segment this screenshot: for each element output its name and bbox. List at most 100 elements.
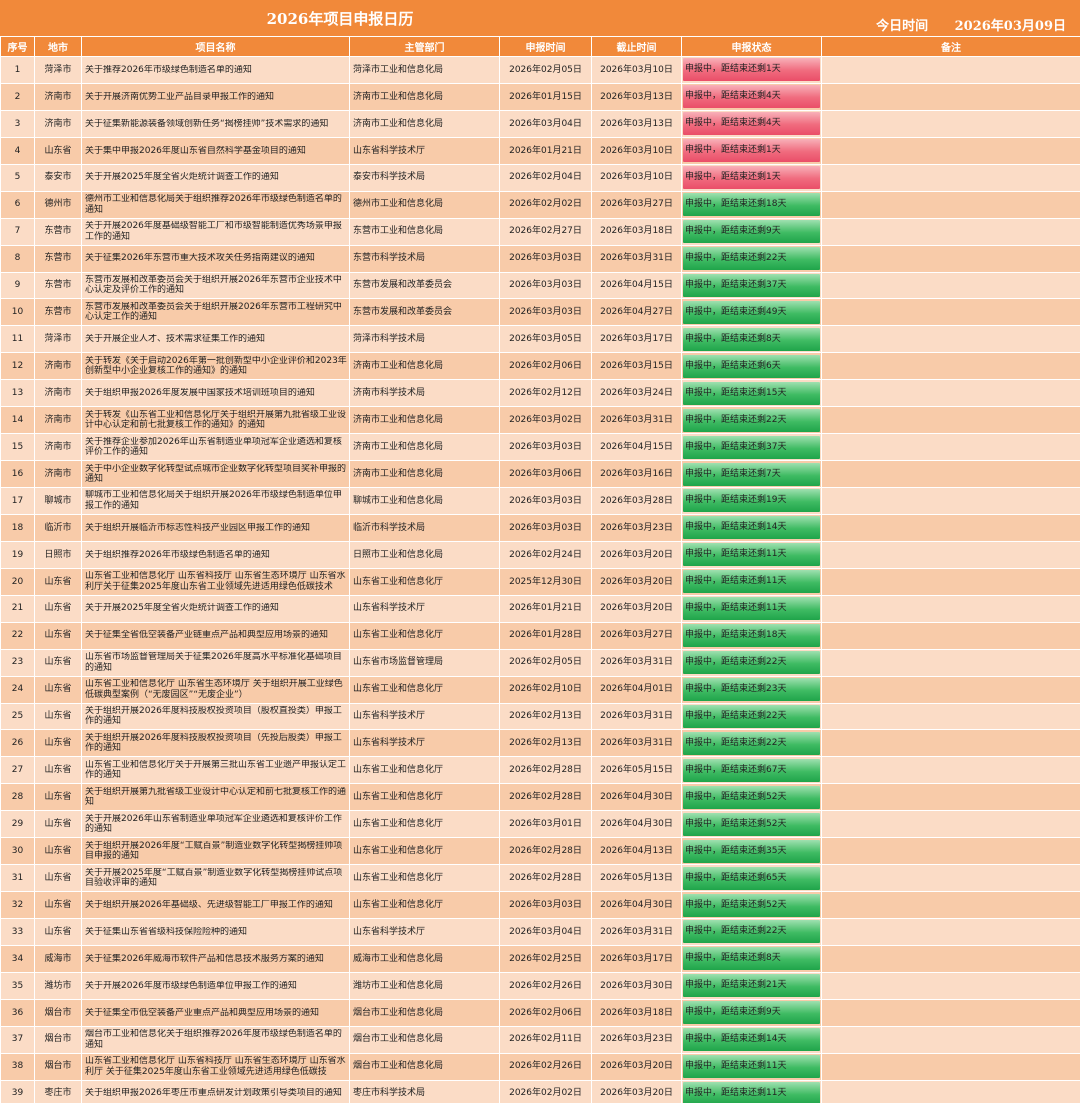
row-project-name-cell[interactable]: 关于组织申报2026年枣庄市重点研发计划政策引导类项目的通知 [81, 1079, 350, 1103]
row-note[interactable] [821, 621, 1080, 650]
row-project-name-cell[interactable]: 关于开展2025年度全省火炬统计调查工作的通知 [81, 163, 350, 192]
table-row[interactable]: 37 烟台市 烟台市工业和信息化关于组织推荐2026年度市级绿色制造名单的通知 烟台市… [0, 1025, 1080, 1054]
table-row[interactable]: 29 山东省 关于开展2026年山东省制造业单项冠军企业遴选和复核评价工作的通知 山东… [0, 810, 1080, 839]
row-project-name-cell[interactable]: 关于组织开展临沂市标志性科技产业园区申报工作的通知 [81, 513, 350, 542]
row-project-name-cell[interactable]: 关于组织申报2026年度发展中国家技术培训班项目的通知 [81, 379, 350, 408]
row-note[interactable] [821, 1052, 1080, 1081]
header-dept[interactable]: 主管部门 [349, 36, 500, 57]
table-row[interactable]: 4 山东省 关于集中申报2026年度山东省自然科学基金项目的通知 山东省科学技术厅 20… [0, 136, 1080, 165]
row-project-name-cell[interactable]: 关于组织开展2026年度科技股权投资项目（先投后股类）申报工作的通知 [81, 729, 350, 758]
row-project-name-cell[interactable]: 德州市工业和信息化局关于组织推荐2026年市级绿色制造名单的通知 [81, 190, 350, 219]
row-project-name-cell[interactable]: 关于组织开展2026年基础级、先进级智能工厂申报工作的通知 [81, 891, 350, 919]
row-project-name-cell[interactable]: 关于征集全省低空装备产业链重点产品和典型应用场景的通知 [81, 621, 350, 650]
row-project-name-cell[interactable]: 关于转发《关于启动2026年第一批创新型中小企业评价和2023年创新型中小企业复… [81, 352, 350, 381]
row-note[interactable] [821, 163, 1080, 192]
row-note[interactable] [821, 729, 1080, 758]
row-project-name-cell[interactable]: 关于开展2026年度市级绿色制造单位申报工作的通知 [81, 971, 350, 1000]
row-note[interactable] [821, 352, 1080, 381]
table-row[interactable]: 38 烟台市 山东省工业和信息化厅 山东省科技厅 山东省生态环境厅 山东省水利厅 关… [0, 1052, 1080, 1081]
row-note[interactable] [821, 379, 1080, 408]
row-note[interactable] [821, 702, 1080, 731]
table-row[interactable]: 21 山东省 关于开展2025年度全省火炬统计调查工作的通知 山东省科学技术厅 2026… [0, 594, 1080, 623]
row-note[interactable] [821, 864, 1080, 893]
row-project-name-cell[interactable]: 关于组织推荐2026年市级绿色制造名单的通知 [81, 540, 350, 569]
row-note[interactable] [821, 594, 1080, 623]
row-note[interactable] [821, 998, 1080, 1027]
row-note[interactable] [821, 406, 1080, 435]
row-note[interactable] [821, 971, 1080, 1000]
row-project-name-cell[interactable]: 烟台市工业和信息化关于组织推荐2026年度市级绿色制造名单的通知 [81, 1025, 350, 1054]
row-note[interactable] [821, 244, 1080, 273]
table-row[interactable]: 17 聊城市 聊城市工业和信息化局关于组织开展2026年市级绿色制造单位申报工作的通… [0, 487, 1080, 515]
header-status[interactable]: 申报状态 [681, 36, 822, 57]
row-note[interactable] [821, 918, 1080, 946]
table-row[interactable]: 39 枣庄市 关于组织申报2026年枣庄市重点研发计划政策引导类项目的通知 枣庄市科学… [0, 1079, 1080, 1103]
table-row[interactable]: 13 济南市 关于组织申报2026年度发展中国家技术培训班项目的通知 济南市科学技术局… [0, 379, 1080, 408]
table-row[interactable]: 9 东营市 东营市发展和改革委员会关于组织开展2026年东营市企业技术中心认定及评价… [0, 271, 1080, 300]
row-project-name-cell[interactable]: 关于推荐企业参加2026年山东省制造业单项冠军企业遴选和复核评价工作的通知 [81, 433, 350, 462]
row-project-name-cell[interactable]: 山东省工业和信息化厅 山东省科技厅 山东省生态环境厅 山东省水利厅 关于征集20… [81, 1052, 350, 1081]
table-row[interactable]: 15 济南市 关于推荐企业参加2026年山东省制造业单项冠军企业遴选和复核评价工作的… [0, 433, 1080, 462]
row-note[interactable] [821, 756, 1080, 785]
row-project-name-cell[interactable]: 关于转发《山东省工业和信息化厅关于组织开展第九批省级工业设计中心认定和前七批复核… [81, 406, 350, 435]
row-project-name-cell[interactable]: 关于征集新能源装备领域创新任务“揭榜挂帅”技术需求的通知 [81, 109, 350, 138]
table-row[interactable]: 35 潍坊市 关于开展2026年度市级绿色制造单位申报工作的通知 潍坊市工业和信息化局… [0, 971, 1080, 1000]
table-row[interactable]: 36 烟台市 关于征集全市低空装备产业重点产品和典型应用场景的通知 烟台市工业和信息化… [0, 998, 1080, 1027]
table-row[interactable]: 10 东营市 东营市发展和改革委员会关于组织开展2026年东营市工程研究中心认定工作… [0, 298, 1080, 327]
row-project-name-cell[interactable]: 山东省工业和信息化厅 山东省生态环境厅 关于组织开展工业绿色低碳典型案例（“无废… [81, 675, 350, 704]
row-project-name-cell[interactable]: 聊城市工业和信息化局关于组织开展2026年市级绿色制造单位申报工作的通知 [81, 487, 350, 515]
row-note[interactable] [821, 487, 1080, 515]
row-project-name-cell[interactable]: 关于开展企业人才、技术需求征集工作的通知 [81, 325, 350, 354]
row-note[interactable] [821, 675, 1080, 704]
row-project-name-cell[interactable]: 关于开展2025年度全省火炬统计调查工作的通知 [81, 594, 350, 623]
row-project-name-cell[interactable]: 关于开展2026年山东省制造业单项冠军企业遴选和复核评价工作的通知 [81, 810, 350, 839]
row-project-name-cell[interactable]: 山东省工业和信息化厅关于开展第三批山东省工业遗产申报认定工作的通知 [81, 756, 350, 785]
header-name[interactable]: 项目名称 [81, 36, 350, 57]
row-project-name-cell[interactable]: 关于开展济南优势工业产品目录申报工作的通知 [81, 82, 350, 111]
row-note[interactable] [821, 567, 1080, 596]
row-project-name-cell[interactable]: 关于征集全市低空装备产业重点产品和典型应用场景的通知 [81, 998, 350, 1027]
row-note[interactable] [821, 217, 1080, 246]
header-note[interactable]: 备注 [821, 36, 1080, 57]
row-project-name-cell[interactable]: 关于集中申报2026年度山东省自然科学基金项目的通知 [81, 136, 350, 165]
table-row[interactable]: 1 菏泽市 关于推荐2026年市级绿色制造名单的通知 菏泽市工业和信息化局 2026年0… [0, 56, 1080, 84]
header-start[interactable]: 申报时间 [499, 36, 592, 57]
row-note[interactable] [821, 82, 1080, 111]
table-row[interactable]: 2 济南市 关于开展济南优势工业产品目录申报工作的通知 济南市工业和信息化局 2026年… [0, 82, 1080, 111]
table-row[interactable]: 19 日照市 关于组织推荐2026年市级绿色制造名单的通知 日照市工业和信息化局 202… [0, 540, 1080, 569]
row-note[interactable] [821, 109, 1080, 138]
row-note[interactable] [821, 513, 1080, 542]
row-project-name-cell[interactable]: 关于开展2025年度“工赋百景”制造业数字化转型揭榜挂帅试点项目验收评审的通知 [81, 864, 350, 893]
table-row[interactable]: 8 东营市 关于征集2026年东营市重大技术攻关任务指南建议的通知 东营市科学技术局 2… [0, 244, 1080, 273]
row-note[interactable] [821, 56, 1080, 84]
row-project-name-cell[interactable]: 东营市发展和改革委员会关于组织开展2026年东营市工程研究中心认定工作的通知 [81, 298, 350, 327]
table-row[interactable]: 31 山东省 关于开展2025年度“工赋百景”制造业数字化转型揭榜挂帅试点项目验收评… [0, 864, 1080, 893]
row-project-name-cell[interactable]: 关于征集山东省省级科技保险险种的通知 [81, 918, 350, 946]
row-note[interactable] [821, 136, 1080, 165]
row-note[interactable] [821, 1025, 1080, 1054]
table-row[interactable]: 5 泰安市 关于开展2025年度全省火炬统计调查工作的通知 泰安市科学技术局 2026年… [0, 163, 1080, 192]
row-project-name-cell[interactable]: 山东省市场监督管理局关于征集2026年度高水平标准化基础项目的通知 [81, 648, 350, 677]
table-row[interactable]: 12 济南市 关于转发《关于启动2026年第一批创新型中小企业评价和2023年创新型… [0, 352, 1080, 381]
row-note[interactable] [821, 540, 1080, 569]
row-note[interactable] [821, 944, 1080, 973]
table-row[interactable]: 6 德州市 德州市工业和信息化局关于组织推荐2026年市级绿色制造名单的通知 德州市工… [0, 190, 1080, 219]
row-project-name-cell[interactable]: 关于组织开展2026年度“工赋百景”制造业数字化转型揭榜挂帅项目申报的通知 [81, 837, 350, 866]
table-row[interactable]: 27 山东省 山东省工业和信息化厅关于开展第三批山东省工业遗产申报认定工作的通知 山东… [0, 756, 1080, 785]
table-row[interactable]: 22 山东省 关于征集全省低空装备产业链重点产品和典型应用场景的通知 山东省工业和信息… [0, 621, 1080, 650]
table-row[interactable]: 20 山东省 山东省工业和信息化厅 山东省科技厅 山东省生态环境厅 山东省水利厅关于… [0, 567, 1080, 596]
row-project-name-cell[interactable]: 东营市发展和改革委员会关于组织开展2026年东营市企业技术中心认定及评价工作的通… [81, 271, 350, 300]
table-row[interactable]: 24 山东省 山东省工业和信息化厅 山东省生态环境厅 关于组织开展工业绿色低碳典型案… [0, 675, 1080, 704]
row-note[interactable] [821, 1079, 1080, 1103]
row-project-name-cell[interactable]: 关于征集2026年东营市重大技术攻关任务指南建议的通知 [81, 244, 350, 273]
row-note[interactable] [821, 190, 1080, 219]
table-row[interactable]: 34 威海市 关于征集2026年威海市软件产品和信息技术服务方案的通知 威海市工业和信… [0, 944, 1080, 973]
row-project-name-cell[interactable]: 关于中小企业数字化转型试点城市企业数字化转型项目奖补申报的通知 [81, 460, 350, 488]
row-note[interactable] [821, 298, 1080, 327]
table-row[interactable]: 3 济南市 关于征集新能源装备领域创新任务“揭榜挂帅”技术需求的通知 济南市工业和信息… [0, 109, 1080, 138]
row-project-name-cell[interactable]: 关于推荐2026年市级绿色制造名单的通知 [81, 56, 350, 84]
row-note[interactable] [821, 325, 1080, 354]
table-row[interactable]: 7 东营市 关于开展2026年度基础级智能工厂和市级智能制造优秀场景申报工作的通知东… [0, 217, 1080, 246]
row-project-name-cell[interactable]: 关于开展2026年度基础级智能工厂和市级智能制造优秀场景申报工作的通知 [81, 217, 350, 246]
table-row[interactable]: 32 山东省 关于组织开展2026年基础级、先进级智能工厂申报工作的通知 山东省工业和… [0, 891, 1080, 919]
